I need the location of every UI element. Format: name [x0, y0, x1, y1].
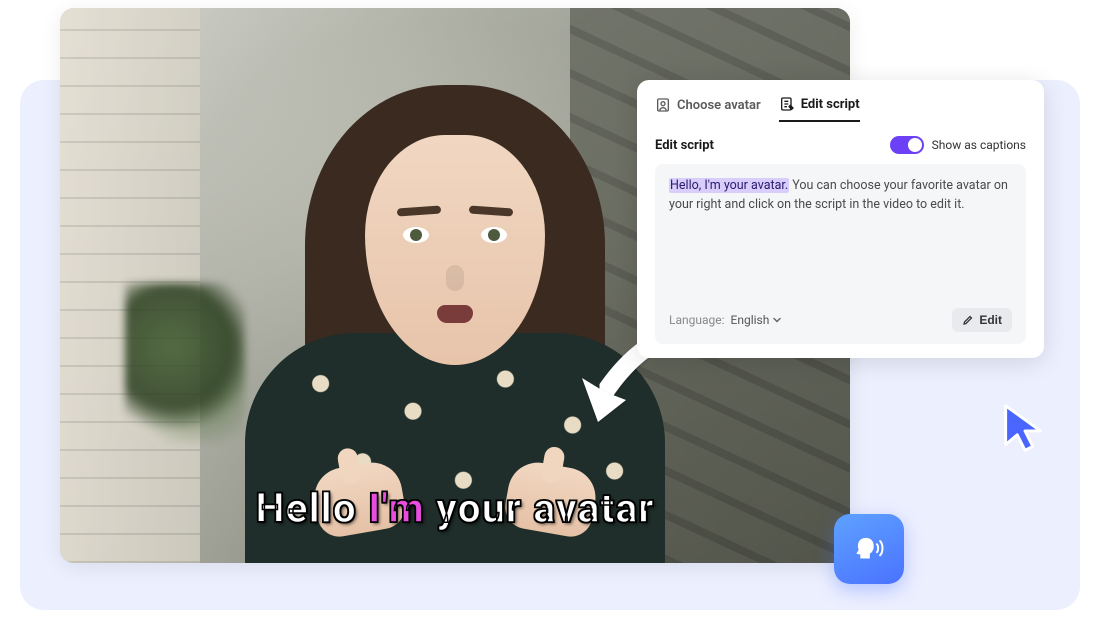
video-caption: Hello I'm your avatar [60, 485, 850, 533]
tab-edit-script[interactable]: Edit script [779, 96, 860, 122]
tab-edit-script-label: Edit script [801, 97, 860, 112]
caption-word-highlight: I'm [368, 485, 425, 533]
language-selector: Language: English [669, 313, 782, 327]
script-icon [779, 96, 795, 112]
tab-choose-avatar-label: Choose avatar [677, 98, 761, 113]
language-value: English [731, 313, 770, 327]
edit-script-panel: Choose avatar Edit script Edit script Sh… [637, 80, 1044, 358]
voice-badge[interactable] [834, 514, 904, 584]
avatar-icon [655, 97, 671, 113]
pencil-icon [962, 314, 974, 326]
language-dropdown[interactable]: English [731, 313, 783, 327]
captions-toggle-label: Show as captions [932, 138, 1026, 152]
script-highlight: Hello, I'm your avatar. [669, 178, 789, 193]
chevron-down-icon [772, 315, 782, 325]
caption-word-4: avatar [533, 485, 654, 533]
script-text-content: Hello, I'm your avatar. You can choose y… [669, 176, 1012, 296]
section-label: Edit script [655, 138, 714, 153]
panel-tabs: Choose avatar Edit script [655, 96, 1026, 122]
caption-word-3: your [436, 485, 522, 533]
tab-choose-avatar[interactable]: Choose avatar [655, 96, 761, 122]
script-textarea[interactable]: Hello, I'm your avatar. You can choose y… [655, 164, 1026, 344]
caption-word-1: Hello [255, 485, 356, 533]
edit-button-label: Edit [979, 313, 1002, 327]
language-label: Language: [669, 313, 725, 327]
edit-button[interactable]: Edit [952, 308, 1012, 332]
speaking-head-icon [850, 530, 888, 568]
captions-toggle[interactable] [890, 136, 924, 154]
